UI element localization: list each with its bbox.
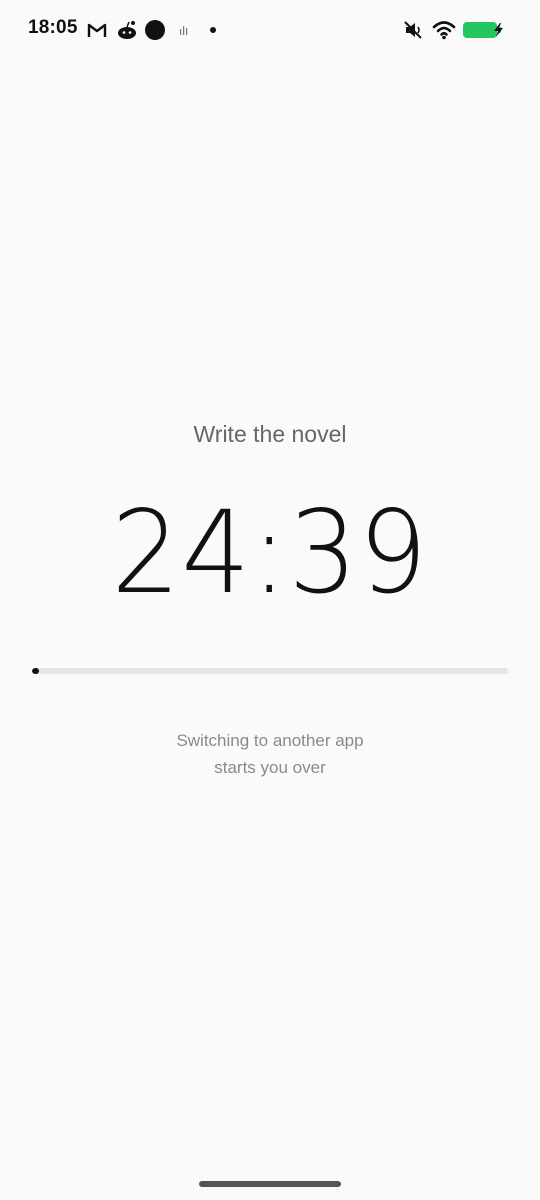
status-bar: 18:05: [0, 0, 540, 60]
mute-icon: [401, 18, 425, 42]
home-indicator[interactable]: [199, 1181, 341, 1187]
warning-message: Switching to another app starts you over: [0, 727, 540, 781]
warning-line-1: Switching to another app: [176, 731, 364, 750]
timer-text: 24:39: [111, 486, 429, 619]
progress-bar: [32, 668, 508, 674]
battery-charging-icon: [461, 18, 507, 42]
wifi-icon: [431, 18, 457, 42]
circle-app-icon: [144, 18, 166, 42]
status-time: 18:05: [28, 17, 78, 38]
signal-small-icon: [177, 18, 191, 42]
task-title: Write the novel: [193, 421, 347, 447]
notification-dot-icon: [208, 18, 218, 42]
reddit-icon: [115, 18, 139, 42]
countdown-timer: 24:39: [0, 488, 540, 618]
warning-line-2: starts you over: [214, 758, 326, 777]
progress-fill: [32, 668, 39, 674]
gmail-icon: [86, 18, 108, 42]
